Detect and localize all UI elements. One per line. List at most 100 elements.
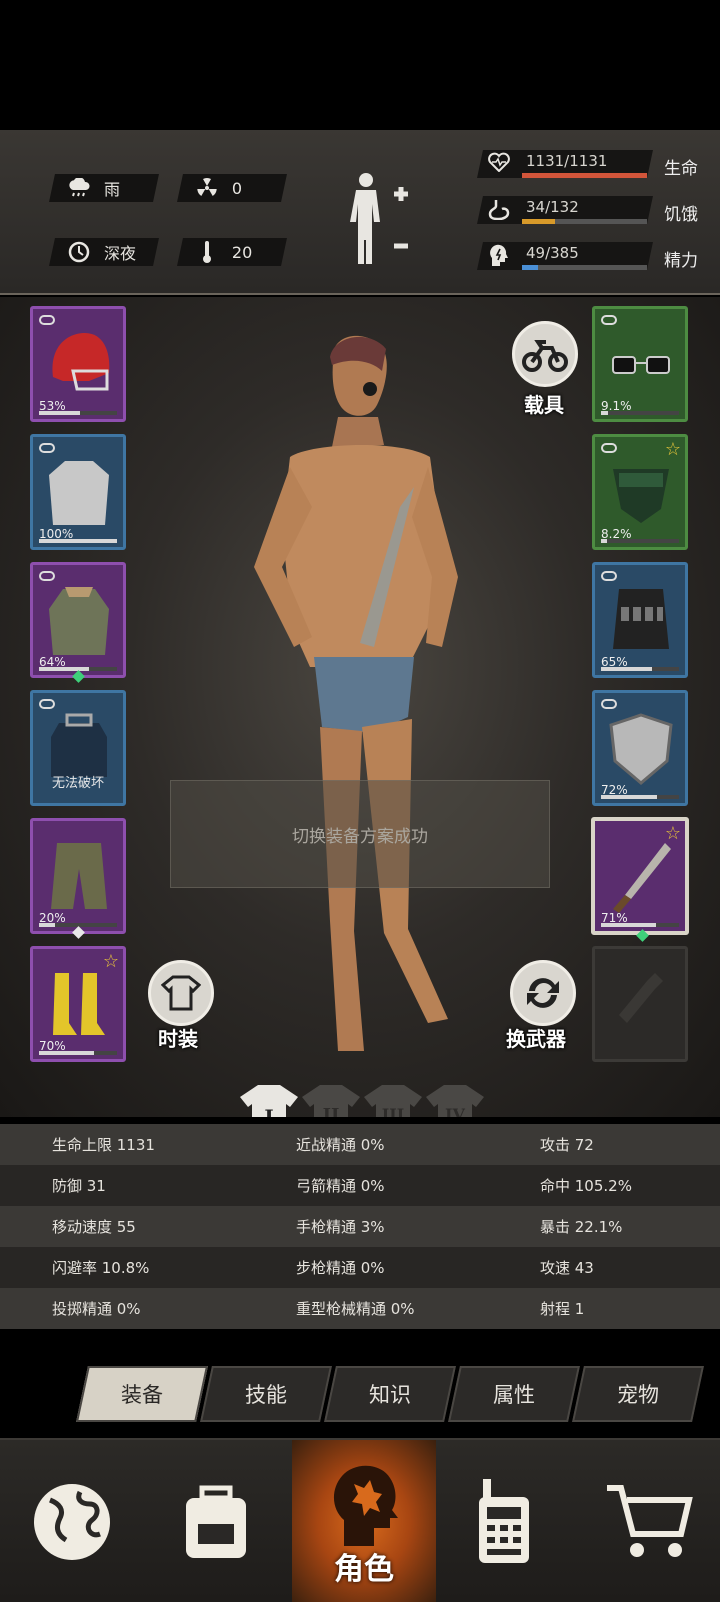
stat-dodge: 闪避率 10.8%: [52, 1259, 150, 1277]
tab-knowledge[interactable]: 知识: [324, 1366, 456, 1422]
vehicle-button[interactable]: [512, 321, 578, 387]
link-icon: [601, 699, 617, 709]
time-of-day: 深夜: [104, 244, 137, 263]
stat-heavy-mastery: 重型枪械精通 0%: [296, 1300, 415, 1318]
boots-durability-bar: [39, 1051, 117, 1055]
stat-throw-mastery: 投掷精通 0%: [52, 1300, 141, 1318]
preset-3[interactable]: III: [364, 1083, 422, 1117]
slot-vest[interactable]: 65%: [592, 562, 688, 678]
preset-3-label: III: [381, 1105, 405, 1117]
nav-shop[interactable]: [576, 1440, 720, 1602]
vest-durability-bar: [601, 667, 679, 671]
hunger-bar: [522, 219, 555, 224]
stat-rifle-mastery: 步枪精通 0%: [296, 1259, 385, 1277]
temperature-value: 20: [232, 242, 253, 262]
bottle-placeholder-icon: [619, 973, 663, 1023]
status-panel: 雨 0 深夜 20 1131/1131 生命 34/132 饥饿 49/385 …: [0, 130, 720, 295]
preset-1-label: I: [264, 1105, 274, 1117]
head-energy-icon: [488, 244, 512, 268]
cart-icon: [607, 1485, 693, 1557]
body-figure-icon: [350, 173, 408, 264]
stats-row: 闪避率 10.8% 步枪精通 0% 攻速 43: [0, 1247, 720, 1288]
stats-row: 生命上限 1131 近战精通 0% 攻击 72: [0, 1124, 720, 1165]
slot-shield[interactable]: 72%: [592, 690, 688, 806]
sub-tabs: 装备 技能 知识 属性 宠物: [76, 1366, 708, 1422]
walkie-talkie-icon: [479, 1479, 529, 1563]
energy-value: 49/385: [526, 244, 579, 262]
slot-helmet[interactable]: 53%: [30, 306, 126, 422]
glasses-durability-bar: [601, 411, 679, 415]
link-icon: [39, 443, 55, 453]
tab-equipment[interactable]: 装备: [76, 1366, 208, 1422]
machete-icon: [613, 843, 671, 913]
energy-label: 精力: [664, 251, 698, 271]
slot-backpack[interactable]: 无法破坏: [30, 690, 126, 806]
link-icon: [39, 315, 55, 325]
backpack-icon: [186, 1485, 246, 1558]
tab-pets-label: 宠物: [617, 1383, 659, 1407]
stat-crit: 暴击 22.1%: [540, 1218, 623, 1236]
shield-icon: [609, 713, 673, 785]
slot-jacket[interactable]: 64%: [30, 562, 126, 678]
slot-shirt[interactable]: 100%: [30, 434, 126, 550]
stats-row: 投掷精通 0% 重型枪械精通 0% 射程 1: [0, 1288, 720, 1329]
thermometer-icon: [194, 241, 220, 263]
slot-glasses[interactable]: 9.1%: [592, 306, 688, 422]
toast-message: 切换装备方案成功: [170, 780, 550, 888]
fashion-button[interactable]: [148, 960, 214, 1026]
preset-2-label: II: [322, 1105, 340, 1117]
shirt-durability-bar: [39, 539, 117, 543]
body-zoom-control[interactable]: [348, 170, 418, 270]
mask-icon: [613, 469, 669, 523]
glasses-icon: [612, 356, 670, 374]
stat-attack-speed: 攻速 43: [540, 1259, 594, 1277]
football-helmet-icon: [52, 333, 110, 391]
slot-pants[interactable]: 20%: [30, 818, 126, 934]
preset-4[interactable]: IV: [426, 1083, 484, 1117]
switch-weapon-button[interactable]: [510, 960, 576, 1026]
tab-skills-label: 技能: [245, 1383, 287, 1407]
bottom-nav: 角色: [0, 1438, 720, 1602]
time-box: 深夜: [49, 238, 159, 266]
vital-energy: 49/385 精力: [477, 238, 708, 272]
stat-move-speed: 移动速度 55: [52, 1218, 136, 1236]
preset-1[interactable]: I: [240, 1083, 298, 1117]
link-icon: [601, 443, 617, 453]
link-icon: [39, 699, 55, 709]
temperature-box: 20: [177, 238, 287, 266]
vital-health: 1131/1131 生命: [477, 146, 708, 180]
parka-icon: [49, 587, 109, 655]
nav-character[interactable]: 角色: [292, 1440, 436, 1602]
stat-attack: 攻击 72: [540, 1136, 594, 1154]
health-label: 生命: [664, 159, 698, 179]
swap-arrows-icon: [527, 978, 559, 1008]
link-icon: [601, 571, 617, 581]
fashion-label[interactable]: 时装: [158, 1023, 198, 1052]
tab-attributes[interactable]: 属性: [448, 1366, 580, 1422]
tab-pets[interactable]: 宠物: [572, 1366, 704, 1422]
energy-bar: [522, 265, 539, 270]
switch-weapon-label[interactable]: 换武器: [506, 1023, 566, 1052]
slot-mask[interactable]: ☆ 8.2%: [592, 434, 688, 550]
slot-secondary-weapon-empty[interactable]: [592, 946, 688, 1062]
slot-machete[interactable]: ☆ 71%: [591, 817, 689, 935]
slot-boots[interactable]: ☆ 70%: [30, 946, 126, 1062]
character-figure: [254, 335, 458, 1051]
tab-skills[interactable]: 技能: [200, 1366, 332, 1422]
nav-inventory[interactable]: [144, 1440, 288, 1602]
nav-radio[interactable]: [432, 1440, 576, 1602]
weather-box: 雨: [49, 174, 159, 202]
heart-icon: [488, 152, 512, 176]
clock-icon: [66, 241, 92, 263]
stats-table: 生命上限 1131 近战精通 0% 攻击 72 防御 31 弓箭精通 0% 命中…: [0, 1124, 720, 1349]
tactical-vest-icon: [613, 589, 669, 649]
vehicle-label[interactable]: 载具: [524, 389, 564, 418]
boots-icon: [53, 973, 105, 1035]
radiation-box: 0: [177, 174, 287, 202]
preset-2[interactable]: II: [302, 1083, 360, 1117]
hunger-label: 饥饿: [664, 205, 698, 225]
stat-accuracy: 命中 105.2%: [540, 1177, 632, 1195]
stats-row: 移动速度 55 手枪精通 3% 暴击 22.1%: [0, 1206, 720, 1247]
shirt-icon: [49, 461, 109, 525]
nav-world[interactable]: [0, 1440, 144, 1602]
